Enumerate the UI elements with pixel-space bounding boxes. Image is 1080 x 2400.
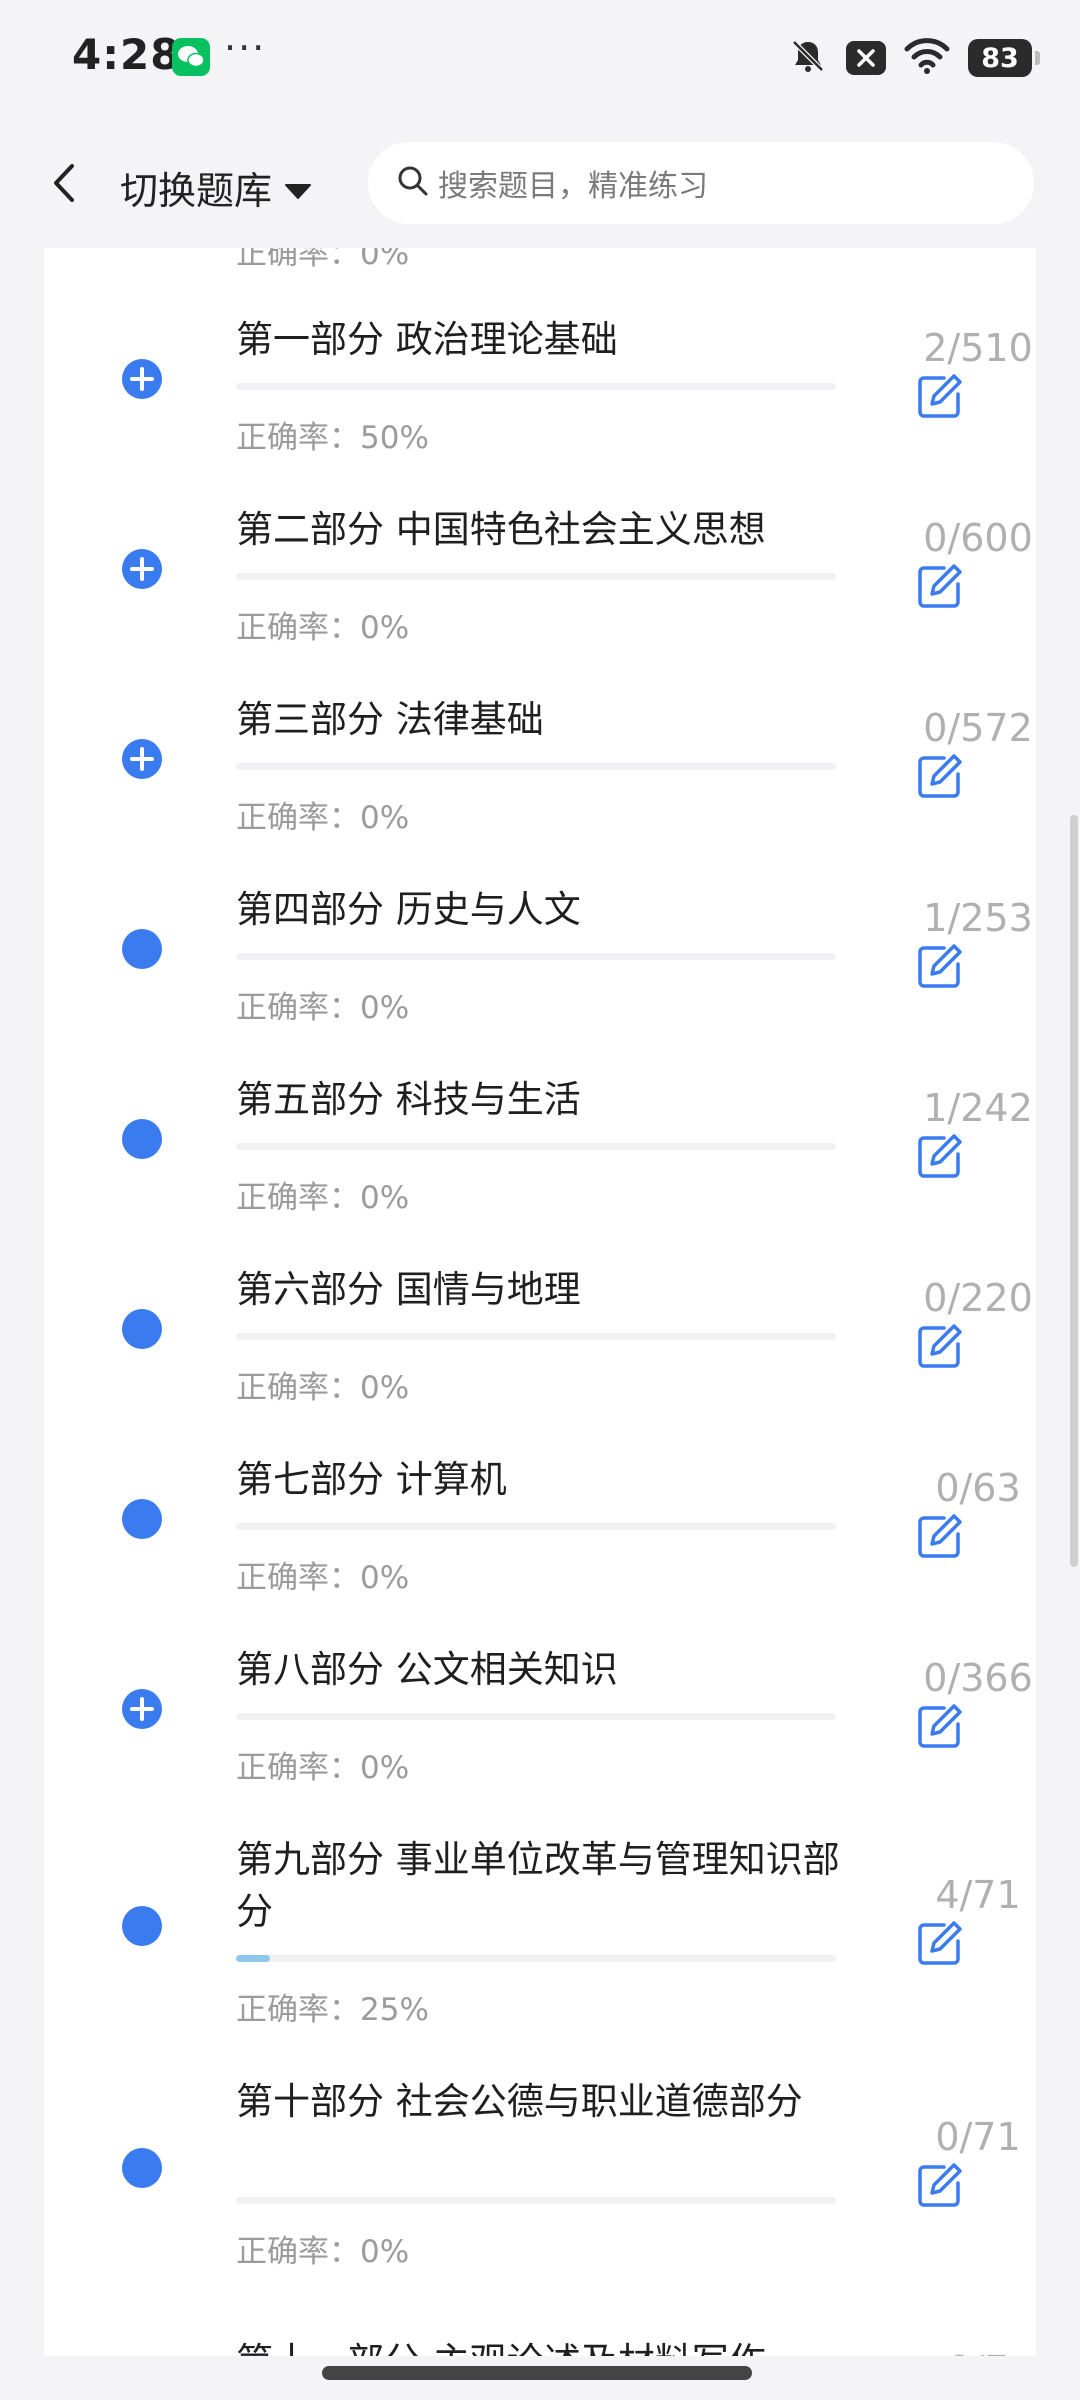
status-bar: 4:28 ··· 83 [0,0,1080,120]
top-bar: 切换题库 搜索题目，精准练习 [0,120,1080,248]
edit-icon[interactable] [914,562,964,612]
circle-icon[interactable] [122,1119,162,1159]
progress-bar [236,1955,836,1962]
accuracy-text: 正确率：0% [236,990,410,1026]
progress-bar [236,1333,836,1340]
gesture-bar [0,2356,1080,2400]
circle-icon[interactable] [122,1906,162,1946]
wifi-icon [904,37,950,79]
progress-count: 0/600 [923,516,1033,560]
accuracy-text: 正确率：0% [236,1750,410,1786]
section-title: 第六部分 国情与地理 [236,1268,581,1311]
section-title: 第三部分 法律基础 [236,698,544,741]
section-title: 第七部分 计算机 [236,1458,507,1501]
list-item[interactable]: 第八部分 公文相关知识 正确率：0% 0/366 [44,1644,1036,1834]
section-list: 正确率：0% 第一部分 政治理论基础 正确率：50% 2/510 第二部分 中国… [44,248,1036,2356]
progress-count: 0/366 [923,1656,1033,1700]
chevron-left-icon[interactable] [44,158,84,208]
accuracy-text: 正确率：0% [236,800,410,836]
search-input[interactable]: 搜索题目，精准练习 [368,142,1034,224]
edit-icon[interactable] [914,2161,964,2211]
more-notifications: ··· [224,26,267,70]
section-title: 第八部分 公文相关知识 [236,1648,618,1691]
progress-bar [236,763,836,770]
circle-icon[interactable] [122,1309,162,1349]
list-item[interactable]: 第三部分 法律基础 正确率：0% 0/572 [44,694,1036,884]
section-title: 第九部分 事业单位改革与管理知识部分 [236,1838,840,1933]
list-item[interactable]: 第七部分 计算机 正确率：0% 0/63 [44,1454,1036,1644]
progress-count: 4/71 [935,1873,1021,1917]
progress-count: 0/71 [935,2115,1021,2159]
progress-bar [236,383,836,390]
list-item[interactable]: 第二部分 中国特色社会主义思想 正确率：0% 0/600 [44,504,1036,694]
edit-icon[interactable] [914,1132,964,1182]
plus-circle-icon[interactable] [122,1689,162,1729]
progress-count: 0/220 [923,1276,1033,1320]
progress-bar [236,1523,836,1530]
accuracy-text: 正确率：25% [236,1992,429,2028]
section-title: 第十部分 社会公德与职业道德部分 [236,2080,803,2123]
close-badge-icon [846,41,886,75]
progress-count: 1/253 [923,896,1033,940]
progress-bar [236,1143,836,1150]
progress-count: 0/63 [935,1466,1021,1510]
plus-circle-icon[interactable] [122,359,162,399]
accuracy-text: 正确率：0% [236,2234,410,2270]
search-icon [396,164,430,202]
plus-circle-icon[interactable] [122,549,162,589]
list-item[interactable]: 第九部分 事业单位改革与管理知识部分 正确率：25% 4/71 [44,1834,1036,2076]
progress-count: 1/242 [923,1086,1033,1130]
section-title: 第四部分 历史与人文 [236,888,581,931]
list-item[interactable]: 第一部分 政治理论基础 正确率：50% 2/510 [44,314,1036,504]
section-title: 第二部分 中国特色社会主义思想 [236,508,766,551]
accuracy-text: 正确率：0% [236,1370,410,1406]
circle-icon[interactable] [122,1499,162,1539]
partial-accuracy-text: 正确率：0% [236,248,410,272]
progress-fill [236,1955,270,1962]
list-item[interactable]: 第六部分 国情与地理 正确率：0% 0/220 [44,1264,1036,1454]
progress-bar [236,573,836,580]
list-item[interactable]: 第五部分 科技与生活 正确率：0% 1/242 [44,1074,1036,1264]
home-indicator[interactable] [322,2366,752,2380]
edit-icon[interactable] [914,942,964,992]
edit-icon[interactable] [914,1512,964,1562]
accuracy-text: 正确率：50% [236,420,429,456]
progress-bar [236,953,836,960]
bell-off-icon [788,36,828,80]
search-placeholder: 搜索题目，精准练习 [438,169,708,204]
section-title: 第十一部分 主观论述及材料写作 [236,2336,876,2356]
progress-bar [236,1713,836,1720]
caret-down-icon [284,166,312,210]
progress-count: 0/7 [868,2348,1036,2356]
edit-icon[interactable] [914,1919,964,1969]
section-title: 第五部分 科技与生活 [236,1078,581,1121]
scrollbar[interactable] [1070,815,1078,1567]
edit-icon[interactable] [914,752,964,802]
edit-icon[interactable] [914,1322,964,1372]
circle-icon[interactable] [122,2148,162,2188]
list-item[interactable]: 第十一部分 主观论述及材料写作 0/7 [44,2318,1036,2356]
progress-count: 2/510 [923,326,1033,370]
section-title: 第一部分 政治理论基础 [236,318,618,361]
edit-icon[interactable] [914,1702,964,1752]
status-time: 4:28 [72,30,181,79]
wechat-icon [172,38,210,76]
status-icons: 83 [788,36,1040,80]
plus-circle-icon[interactable] [122,739,162,779]
accuracy-text: 正确率：0% [236,1180,410,1216]
switch-bank-dropdown[interactable]: 切换题库 [120,160,312,215]
circle-icon[interactable] [122,929,162,969]
progress-count: 0/572 [923,706,1033,750]
accuracy-text: 正确率：0% [236,610,410,646]
battery-icon: 83 [968,39,1040,77]
switch-bank-label: 切换题库 [120,169,273,213]
edit-icon[interactable] [914,372,964,422]
progress-bar [236,2197,836,2204]
list-item[interactable]: 第十部分 社会公德与职业道德部分 正确率：0% 0/71 [44,2076,1036,2318]
list-item[interactable]: 第四部分 历史与人文 正确率：0% 1/253 [44,884,1036,1074]
accuracy-text: 正确率：0% [236,1560,410,1596]
